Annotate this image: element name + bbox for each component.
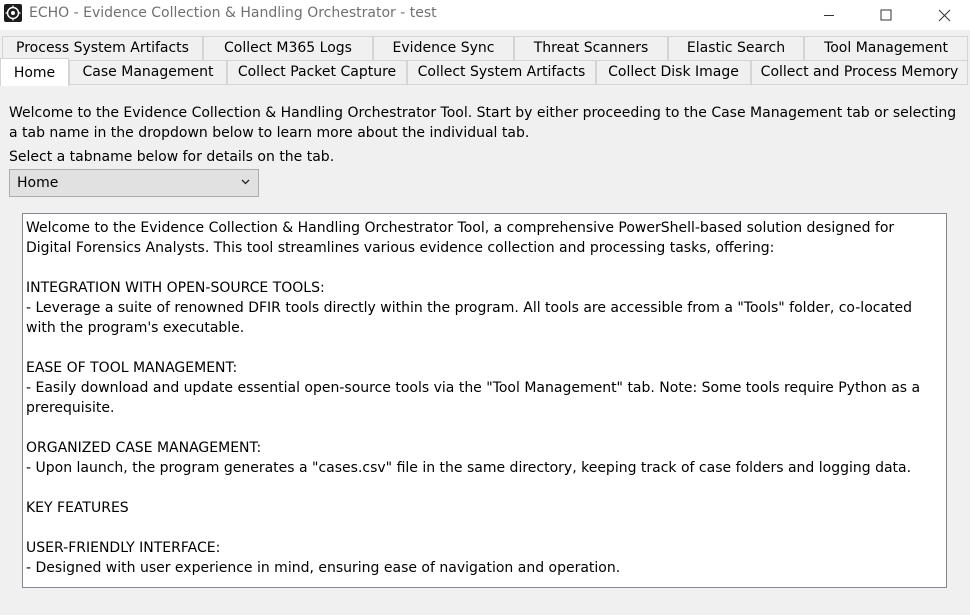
tab-label: Home xyxy=(13,65,56,81)
minimize-button[interactable] xyxy=(800,0,858,30)
details-heading: ORGANIZED CASE MANAGEMENT: xyxy=(26,440,262,456)
tab-collect-packet-capture[interactable]: Collect Packet Capture xyxy=(227,60,407,85)
maximize-button[interactable] xyxy=(857,0,915,30)
details-heading: KEY FEATURES xyxy=(26,500,129,516)
intro-text: Welcome to the Evidence Collection & Han… xyxy=(9,105,957,141)
tab-evidence-sync[interactable]: Evidence Sync xyxy=(373,36,514,60)
details-paragraph: - Leverage a suite of renowned DFIR tool… xyxy=(26,300,913,336)
close-button[interactable] xyxy=(915,0,970,30)
details-heading: USER-FRIENDLY INTERFACE: xyxy=(26,540,221,556)
close-icon xyxy=(938,9,950,21)
tab-collect-m365-logs[interactable]: Collect M365 Logs xyxy=(203,36,373,60)
echo-app-icon xyxy=(4,4,22,22)
tab-collect-and-process-memory[interactable]: Collect and Process Memory xyxy=(751,60,968,85)
tab-collect-disk-image[interactable]: Collect Disk Image xyxy=(596,60,751,85)
tab-home[interactable]: Home xyxy=(0,58,69,86)
tab-process-system-artifacts[interactable]: Process System Artifacts xyxy=(2,36,203,60)
tab-threat-scanners[interactable]: Threat Scanners xyxy=(514,36,668,60)
tab-label: Evidence Sync xyxy=(392,40,495,56)
chevron-down-icon xyxy=(241,179,250,185)
tab-label: Tool Management xyxy=(824,40,948,56)
tab-collect-system-artifacts[interactable]: Collect System Artifacts xyxy=(407,60,596,85)
details-paragraph: - Easily download and update essential o… xyxy=(26,380,921,416)
minimize-icon xyxy=(824,15,834,16)
details-paragraph: - Designed with user experience in mind,… xyxy=(26,560,621,576)
tab-label: Threat Scanners xyxy=(533,40,649,56)
details-heading: INTEGRATION WITH OPEN-SOURCE TOOLS: xyxy=(26,280,325,296)
details-paragraph: - Upon launch, the program generates a "… xyxy=(26,460,912,476)
dropdown-value: Home xyxy=(17,175,59,191)
tab-label: Process System Artifacts xyxy=(16,40,189,56)
tab-label: Collect and Process Memory xyxy=(760,64,959,80)
select-label: Select a tabname below for details on th… xyxy=(9,149,335,165)
tab-label: Elastic Search xyxy=(686,40,786,56)
maximize-icon xyxy=(880,9,892,21)
tab-details-textbox[interactable]: Welcome to the Evidence Collection & Han… xyxy=(22,213,947,588)
tab-case-management[interactable]: Case Management xyxy=(69,60,227,85)
tab-elastic-search[interactable]: Elastic Search xyxy=(668,36,804,60)
tab-label: Collect System Artifacts xyxy=(417,64,586,80)
tab-tool-management[interactable]: Tool Management xyxy=(804,36,968,60)
window-title: ECHO - Evidence Collection & Handling Or… xyxy=(29,5,437,21)
details-heading: EASE OF TOOL MANAGEMENT: xyxy=(26,360,238,376)
tab-label: Collect Packet Capture xyxy=(237,64,397,80)
details-paragraph: Welcome to the Evidence Collection & Han… xyxy=(26,220,895,256)
title-bar: ECHO - Evidence Collection & Handling Or… xyxy=(0,0,970,30)
tabname-dropdown[interactable]: Home xyxy=(9,169,259,197)
tab-label: Collect M365 Logs xyxy=(224,40,352,56)
tab-label: Collect Disk Image xyxy=(608,64,739,80)
tab-label: Case Management xyxy=(82,64,214,80)
